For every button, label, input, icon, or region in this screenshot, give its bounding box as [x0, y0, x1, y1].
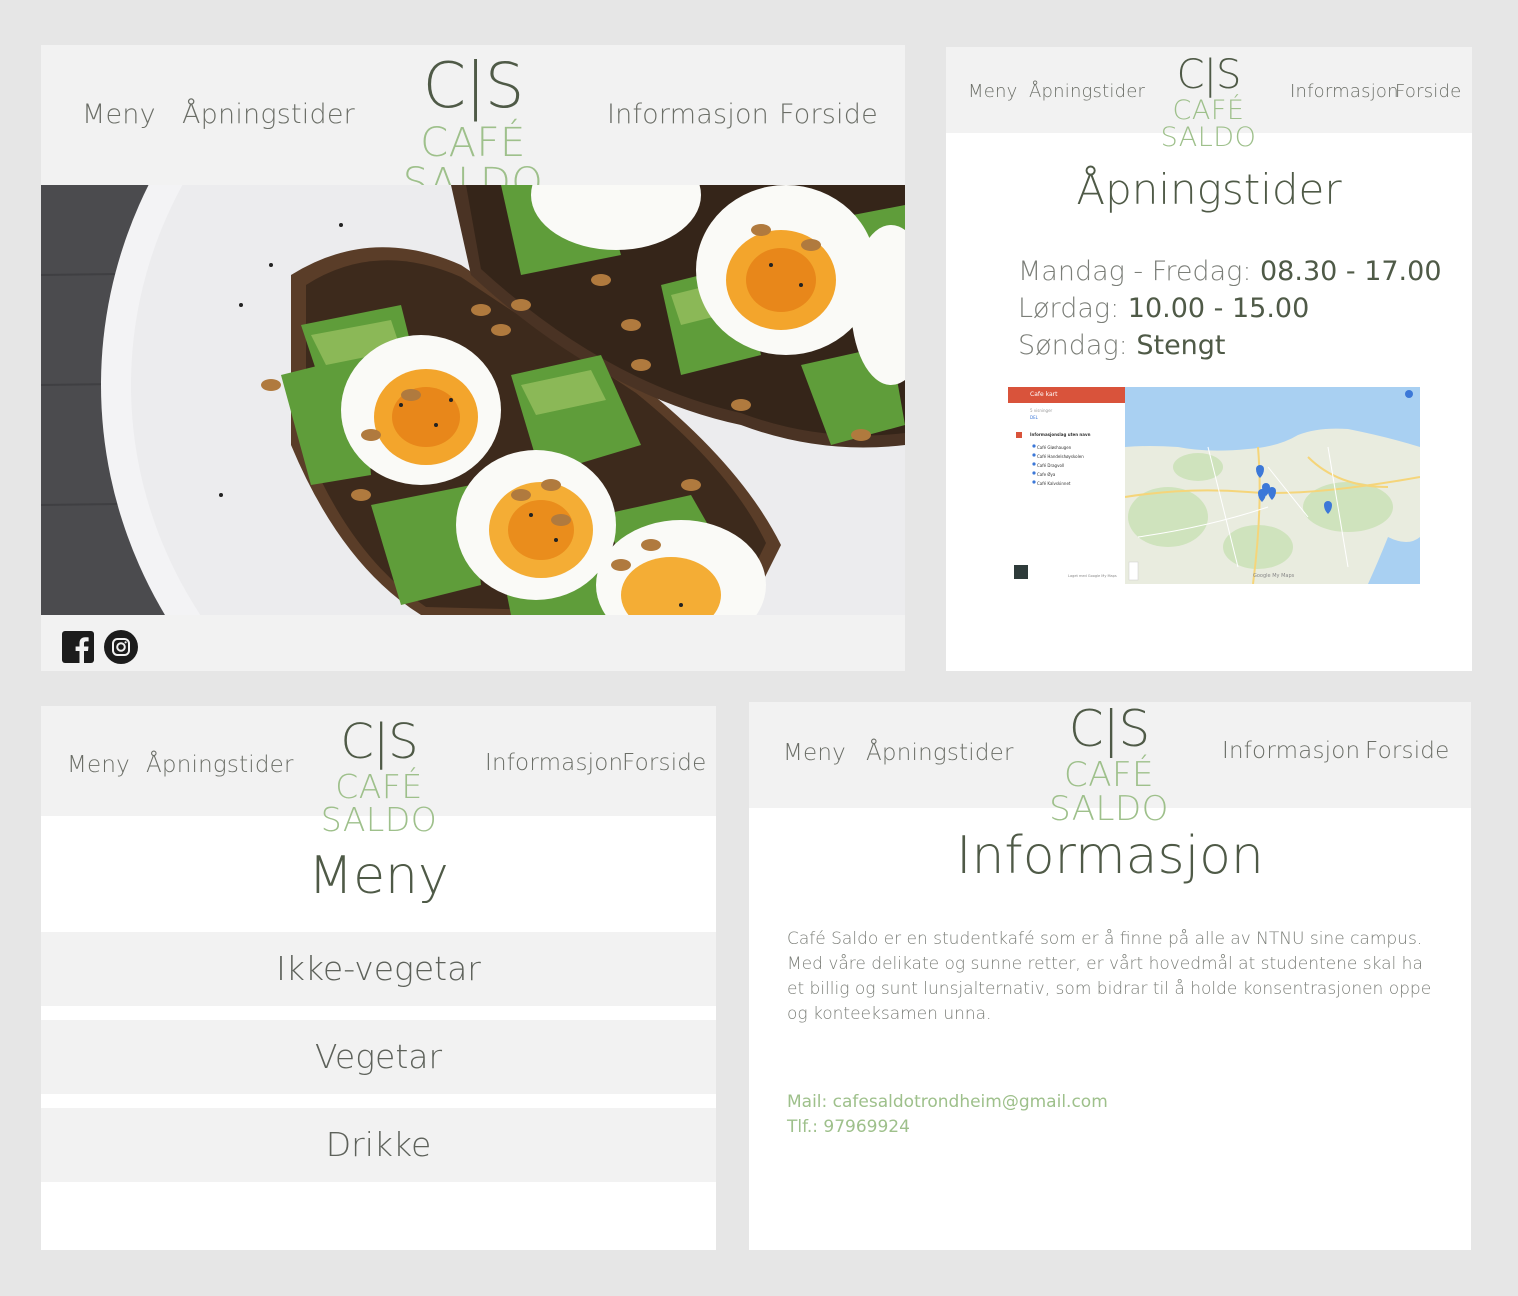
map-place[interactable]: Café Handelshøyskolen [1037, 452, 1084, 461]
site-logo[interactable]: C|S CAFÉ SALDO [1014, 704, 1204, 826]
menu-page-panel: Meny Åpningstider C|S CAFÉ SALDO Informa… [41, 706, 716, 1250]
menu-category-non-vegetarian[interactable]: Ikke-vegetar [41, 932, 716, 1006]
info-page-panel: Meny Åpningstider C|S CAFÉ SALDO Informa… [749, 702, 1471, 1250]
menu-category-drinks[interactable]: Drikke [41, 1108, 716, 1182]
instagram-icon[interactable] [104, 630, 138, 664]
map-brand: Google My Maps [1253, 573, 1295, 579]
hours-row: Søndag: Stengt [1018, 327, 1442, 364]
nav-hours-link[interactable]: Åpningstider [866, 740, 1014, 766]
phone-label: Tlf.: [787, 1117, 824, 1137]
hours-page-panel: Meny Åpningstider C|S CAFÉ SALDO Informa… [946, 47, 1472, 671]
map-footer: Laget med Google My Maps [1068, 574, 1117, 578]
hours-row: Lørdag: 10.00 - 15.00 [1018, 290, 1442, 327]
logo-mark: C|S [1068, 702, 1151, 758]
nav-home-link[interactable]: Forside [1365, 738, 1449, 764]
hours-time: Stengt [1136, 330, 1226, 361]
home-footer [41, 615, 905, 671]
logo-mark: C|S [1176, 52, 1242, 98]
nav-hours-link[interactable]: Åpningstider [182, 99, 355, 130]
contact-info: Mail: cafesaldotrondheim@gmail.com Tlf.:… [787, 1090, 1108, 1140]
nav-home-link[interactable]: Forside [779, 99, 878, 130]
nav-info-link[interactable]: Informasjon [485, 750, 623, 776]
nav-menu-link[interactable]: Meny [82, 99, 156, 130]
page-title: Åpningstider [1076, 165, 1342, 214]
hours-time: 08.30 - 17.00 [1260, 256, 1442, 287]
nav-info-link[interactable]: Informasjon [607, 99, 769, 130]
page-title: Informasjon [956, 826, 1264, 886]
site-header: Meny Åpningstider C|S CAFÉ SALDO Informa… [41, 45, 905, 203]
nav-menu-link[interactable]: Meny [968, 81, 1017, 102]
hours-row: Mandag - Fredag: 08.30 - 17.00 [1018, 253, 1442, 290]
hours-day: Søndag: [1018, 330, 1137, 361]
menu-category-vegetarian[interactable]: Vegetar [41, 1020, 716, 1094]
map-place[interactable]: Café Kalvskinnet [1037, 479, 1084, 488]
page-title: Meny [308, 846, 449, 906]
map-place[interactable]: Cafe Øya [1037, 470, 1084, 479]
mail-label: Mail: [787, 1092, 833, 1112]
nav-home-link[interactable]: Forside [622, 750, 706, 776]
site-header: Meny Åpningstider C|S CAFÉ SALDO Informa… [749, 702, 1471, 826]
hours-day: Mandag - Fredag: [1018, 256, 1260, 287]
info-description: Café Saldo er en studentkafé som er å fi… [787, 929, 1432, 1024]
logo-name: CAFÉ SALDO [1160, 95, 1257, 153]
site-header: Meny Åpningstider C|S CAFÉ SALDO Informa… [41, 706, 716, 836]
nav-info-link[interactable]: Informasjon [1290, 81, 1399, 102]
logo-mark: C|S [422, 49, 525, 122]
hero-food-image [41, 185, 905, 615]
map-place[interactable]: Café Gløshaugen [1037, 443, 1084, 452]
map-share-link[interactable]: DEL [1030, 415, 1038, 420]
map-places-list: Café Gløshaugen Café Handelshøyskolen Ca… [1037, 443, 1084, 488]
contact-mail-row: Mail: cafesaldotrondheim@gmail.com [787, 1090, 1108, 1115]
site-header: Meny Åpningstider C|S CAFÉ SALDO Informa… [946, 47, 1472, 151]
map-views: 5 visninger [1030, 408, 1053, 413]
nav-hours-link[interactable]: Åpningstider [146, 752, 294, 778]
logo-mark: C|S [340, 714, 418, 770]
opening-hours-list: Mandag - Fredag: 08.30 - 17.00 Lørdag: 1… [1018, 253, 1442, 364]
site-logo[interactable]: C|S CAFÉ SALDO [1136, 55, 1281, 151]
nav-info-link[interactable]: Informasjon [1222, 738, 1360, 764]
site-logo[interactable]: C|S CAFÉ SALDO [356, 49, 590, 204]
nav-hours-link[interactable]: Åpningstider [1029, 81, 1145, 102]
nav-home-link[interactable]: Forside [1395, 81, 1461, 102]
site-logo[interactable]: C|S CAFÉ SALDO [289, 718, 469, 836]
logo-name: CAFÉ SALDO [1049, 755, 1169, 829]
phone-number[interactable]: 97969924 [823, 1117, 910, 1137]
logo-name: CAFÉ SALDO [320, 767, 438, 839]
mail-link[interactable]: cafesaldotrondheim@gmail.com [833, 1092, 1108, 1112]
nav-menu-link[interactable]: Meny [783, 740, 846, 766]
map-layer-title: Informasjonslag uten navn [1030, 432, 1091, 437]
facebook-icon[interactable] [62, 631, 94, 663]
embedded-map[interactable]: Cafe kart 5 visninger DEL Informasjonsla… [1008, 387, 1420, 584]
home-page-panel: Meny Åpningstider C|S CAFÉ SALDO Informa… [41, 45, 905, 671]
hours-day: Lørdag: [1018, 293, 1128, 324]
nav-menu-link[interactable]: Meny [67, 752, 130, 778]
hours-time: 10.00 - 15.00 [1127, 293, 1310, 324]
contact-phone-row: Tlf.: 97969924 [787, 1115, 1108, 1140]
map-place[interactable]: Café Dragvoll [1037, 461, 1084, 470]
map-panel-title: Cafe kart [1030, 391, 1058, 398]
